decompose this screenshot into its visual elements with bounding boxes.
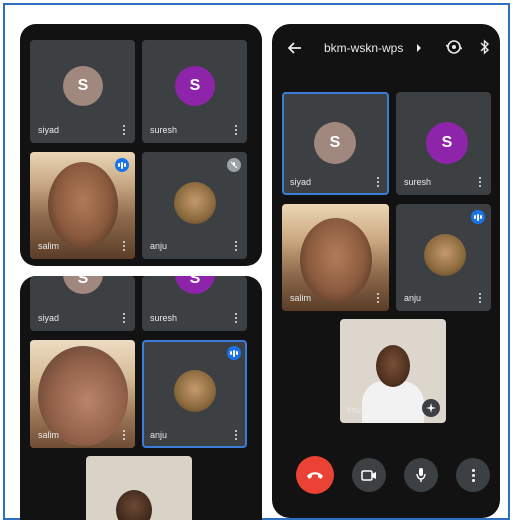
self-label: You [346, 405, 362, 415]
participant-tile-salim[interactable]: salim [30, 152, 135, 259]
participant-tile-siyad[interactable]: S siyad [282, 92, 389, 195]
screenshot-bottom-left: S siyad S suresh salim anju [20, 276, 262, 520]
avatar-siyad: S [63, 66, 103, 106]
mic-button[interactable] [404, 458, 438, 492]
more-vert-icon[interactable] [478, 177, 481, 188]
more-vert-icon[interactable] [376, 177, 379, 188]
screenshot-top-left: S siyad S suresh salim anju [20, 24, 262, 266]
participant-tile-suresh[interactable]: S suresh [142, 40, 247, 143]
more-vert-icon[interactable] [478, 293, 481, 304]
more-vert-icon[interactable] [234, 430, 237, 441]
participant-tile-salim[interactable]: salim [30, 340, 135, 448]
avatar-suresh: S [175, 66, 215, 106]
participant-name: anju [150, 430, 168, 440]
microphone-icon [416, 468, 426, 482]
participant-tile-suresh[interactable]: S suresh [142, 276, 247, 331]
end-call-icon [307, 472, 323, 479]
more-vert-icon[interactable] [122, 125, 125, 136]
participant-name: anju [150, 241, 168, 251]
participant-tile-siyad[interactable]: S siyad [30, 276, 135, 331]
chevron-right-icon[interactable] [416, 44, 422, 52]
more-vert-icon [471, 468, 475, 482]
participant-tile-suresh[interactable]: S suresh [396, 92, 491, 195]
more-vert-icon[interactable] [234, 125, 237, 136]
camera-button[interactable] [352, 458, 386, 492]
avatar-siyad: S [63, 276, 103, 294]
more-vert-icon[interactable] [122, 241, 125, 252]
participant-name: salim [38, 430, 60, 440]
participant-name: salim [290, 293, 312, 303]
bluetooth-icon[interactable] [480, 39, 489, 55]
avatar-anju [174, 370, 216, 412]
participant-tile-anju[interactable]: anju [142, 340, 247, 448]
avatar-siyad: S [314, 122, 356, 164]
end-call-button[interactable] [296, 456, 334, 494]
more-options-button[interactable] [456, 458, 490, 492]
sparkle-effects-icon[interactable] [422, 399, 440, 417]
self-face [376, 345, 410, 387]
meeting-header: bkm-wskn-wps [272, 24, 500, 70]
avatar-anju [174, 182, 216, 224]
mic-muted-icon [227, 158, 241, 172]
video-camera-icon [361, 469, 376, 481]
self-shirt [362, 381, 424, 423]
more-vert-icon[interactable] [376, 293, 379, 304]
participant-name: suresh [404, 177, 432, 187]
self-preview-tile[interactable]: You [340, 319, 446, 423]
participant-name: siyad [38, 313, 60, 323]
participant-name: suresh [150, 313, 178, 323]
avatar-suresh: S [426, 122, 468, 164]
more-vert-icon[interactable] [122, 313, 125, 324]
participant-name: siyad [38, 125, 60, 135]
avatar-anju [424, 234, 466, 276]
participant-name: salim [38, 241, 60, 251]
camera-switch-icon[interactable] [446, 39, 462, 55]
meeting-code[interactable]: bkm-wskn-wps [324, 41, 403, 55]
avatar-suresh: S [175, 276, 215, 294]
participant-tile-anju[interactable]: anju [142, 152, 247, 259]
speaking-indicator-icon [471, 210, 485, 224]
more-vert-icon[interactable] [234, 241, 237, 252]
self-face [116, 490, 152, 520]
participant-name: anju [404, 293, 422, 303]
arrow-left-icon[interactable] [288, 42, 302, 54]
face-salim [300, 218, 372, 302]
face-salim [48, 162, 118, 248]
more-vert-icon[interactable] [234, 313, 237, 324]
more-vert-icon[interactable] [122, 430, 125, 441]
speaking-indicator-icon [227, 346, 241, 360]
self-preview-tile[interactable] [86, 456, 192, 520]
participant-tile-siyad[interactable]: S siyad [30, 40, 135, 143]
participant-tile-salim[interactable]: salim [282, 204, 389, 311]
participant-name: suresh [150, 125, 178, 135]
speaking-indicator-icon [115, 158, 129, 172]
participant-tile-anju[interactable]: anju [396, 204, 491, 311]
participant-name: siyad [290, 177, 312, 187]
screenshot-right: bkm-wskn-wps S siyad S suresh salim anju… [272, 24, 500, 518]
